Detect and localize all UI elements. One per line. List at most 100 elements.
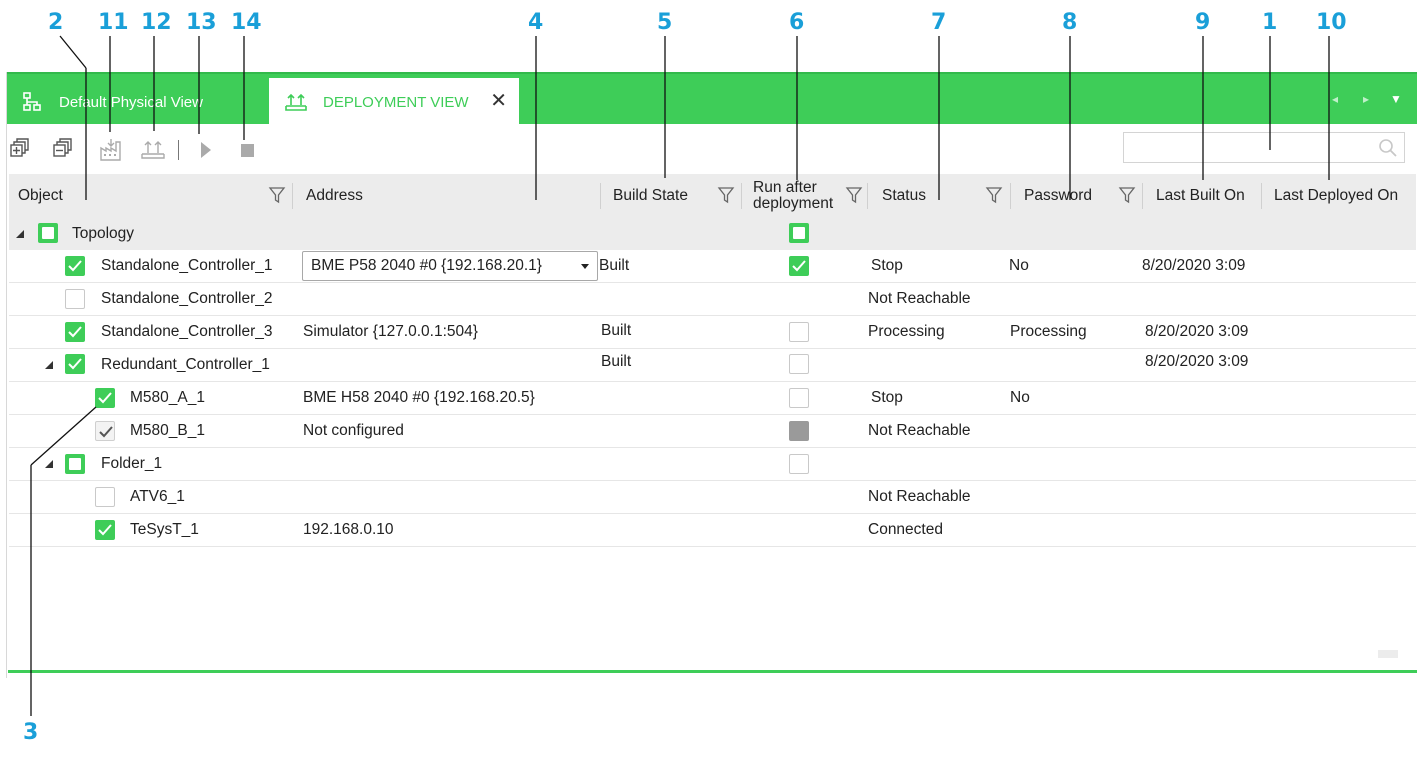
row-select-checkbox[interactable] <box>65 322 85 342</box>
column-run-after-deployment[interactable]: Run after deployment <box>744 174 844 218</box>
expand-all-icon[interactable] <box>9 138 33 162</box>
row-select-checkbox[interactable] <box>95 421 115 441</box>
run-after-checkbox <box>789 421 809 441</box>
callout-8: 8 <box>1062 10 1078 35</box>
run-after-checkbox[interactable] <box>789 354 809 374</box>
address-value: Not configured <box>303 422 404 439</box>
build-state-filter-icon[interactable] <box>717 185 735 205</box>
tab-physical-label: Default Physical View <box>59 93 203 111</box>
table-row[interactable]: M580_A_1 BME H58 2040 #0 {192.168.20.5} … <box>9 382 1416 415</box>
collapse-arrow-icon[interactable] <box>45 361 53 369</box>
object-name: Folder_1 <box>101 455 163 472</box>
last-built-value: 8/20/2020 3:09 <box>1145 323 1249 340</box>
column-address-label: Address <box>306 187 363 204</box>
row-select-checkbox[interactable] <box>95 520 115 540</box>
table-row[interactable]: ATV6_1 Not Reachable <box>9 481 1416 514</box>
column-last-deployed-on[interactable]: Last Deployed On <box>1265 174 1416 218</box>
row-select-checkbox[interactable] <box>65 354 85 374</box>
object-name: Standalone_Controller_1 <box>101 257 273 274</box>
column-build-state[interactable]: Build State <box>604 174 734 218</box>
object-name: M580_A_1 <box>130 389 205 406</box>
build-state: Built <box>599 257 630 274</box>
callout-6: 6 <box>789 10 805 35</box>
column-object-label: Object <box>18 187 63 204</box>
object-name: Redundant_Controller_1 <box>101 356 270 373</box>
deploy-icon[interactable] <box>141 138 165 162</box>
status-filter-icon[interactable] <box>985 185 1003 205</box>
table-row[interactable]: Standalone_Controller_3 Simulator {127.0… <box>9 316 1416 349</box>
column-password[interactable]: Password <box>1015 174 1135 218</box>
row-select-checkbox[interactable] <box>65 289 85 309</box>
run-after-checkbox[interactable] <box>789 388 809 408</box>
stop-icon[interactable] <box>236 138 260 162</box>
callout-1: 1 <box>1262 10 1278 35</box>
column-object[interactable]: Object <box>9 174 289 218</box>
run-after-filter-icon[interactable] <box>845 185 863 205</box>
object-filter-icon[interactable] <box>268 185 286 205</box>
column-status[interactable]: Status <box>873 174 1003 218</box>
topology-checkbox[interactable] <box>38 223 58 243</box>
column-status-label: Status <box>882 187 926 204</box>
table-row[interactable]: Standalone_Controller_2 Not Reachable <box>9 283 1416 316</box>
scroll-right-icon[interactable]: ▸ <box>1363 92 1369 106</box>
toolbar-separator <box>178 140 179 160</box>
column-separator[interactable] <box>741 183 742 209</box>
run-after-checkbox[interactable] <box>789 454 809 474</box>
column-build-state-label: Build State <box>613 187 688 204</box>
table-row[interactable]: TeSysT_1 192.168.0.10 Connected <box>9 514 1416 547</box>
last-built-value: 8/20/2020 3:09 <box>1145 353 1249 370</box>
run-after-checkbox[interactable] <box>789 256 809 276</box>
collapse-all-icon[interactable] <box>52 138 76 162</box>
column-password-label: Password <box>1024 187 1093 204</box>
column-separator[interactable] <box>1142 183 1143 209</box>
password-filter-icon[interactable] <box>1118 185 1136 205</box>
column-last-built-on[interactable]: Last Built On <box>1147 174 1262 218</box>
network-tree-icon <box>21 91 43 113</box>
collapse-arrow-icon[interactable] <box>16 230 24 238</box>
deploy-icon <box>285 91 307 113</box>
row-select-checkbox[interactable] <box>95 388 115 408</box>
row-select-checkbox[interactable] <box>65 256 85 276</box>
table-row[interactable]: Standalone_Controller_1 BME P58 2040 #0 … <box>9 250 1416 283</box>
column-address[interactable]: Address <box>297 174 597 218</box>
table-row[interactable]: Redundant_Controller_1 Built 8/20/2020 3… <box>9 349 1416 382</box>
address-dropdown[interactable]: BME P58 2040 #0 {192.168.20.1} <box>302 251 598 281</box>
topology-run-after-checkbox[interactable] <box>789 223 809 243</box>
column-separator[interactable] <box>600 183 601 209</box>
search-icon[interactable] <box>1378 138 1398 158</box>
callout-3: 3 <box>23 720 39 745</box>
tab-default-physical-view[interactable]: Default Physical View <box>21 78 203 126</box>
search-input[interactable] <box>1123 132 1405 163</box>
column-separator[interactable] <box>1261 183 1262 209</box>
play-icon[interactable] <box>196 138 220 162</box>
row-select-checkbox[interactable] <box>95 487 115 507</box>
address-value: Simulator {127.0.0.1:504} <box>303 323 478 340</box>
password-value: No <box>1010 389 1030 406</box>
tab-deployment-view[interactable]: DEPLOYMENT VIEW ✕ <box>269 78 519 126</box>
row-select-checkbox[interactable] <box>65 454 85 474</box>
topology-row[interactable]: Topology <box>9 218 1416 250</box>
column-separator[interactable] <box>867 183 868 209</box>
address-dropdown-value: BME P58 2040 #0 {192.168.20.1} <box>311 257 542 274</box>
window-bottom-border <box>8 670 1417 673</box>
scroll-left-icon[interactable]: ◂ <box>1332 92 1338 106</box>
scrollbar-thumb[interactable] <box>1378 650 1398 658</box>
object-name: ATV6_1 <box>130 488 185 505</box>
run-after-checkbox[interactable] <box>789 322 809 342</box>
object-name: M580_B_1 <box>130 422 205 439</box>
column-separator[interactable] <box>292 183 293 209</box>
tab-list-dropdown-icon[interactable]: ▼ <box>1390 92 1402 106</box>
build-icon[interactable] <box>99 138 123 162</box>
column-run-after-label-line2: deployment <box>753 195 834 212</box>
column-separator[interactable] <box>1010 183 1011 209</box>
deployment-window: Default Physical View DEPLOYMENT VIEW ✕ … <box>6 72 1417 678</box>
table-row[interactable]: M580_B_1 Not configured Not Reachable <box>9 415 1416 448</box>
table-row[interactable]: Folder_1 <box>9 448 1416 481</box>
chevron-down-icon[interactable] <box>581 264 589 269</box>
callout-14: 14 <box>231 10 262 35</box>
callout-10: 10 <box>1316 10 1347 35</box>
column-run-after-label-line1: Run after <box>753 179 817 196</box>
last-built-value: 8/20/2020 3:09 <box>1142 257 1246 274</box>
collapse-arrow-icon[interactable] <box>45 460 53 468</box>
close-icon[interactable]: ✕ <box>490 91 507 111</box>
